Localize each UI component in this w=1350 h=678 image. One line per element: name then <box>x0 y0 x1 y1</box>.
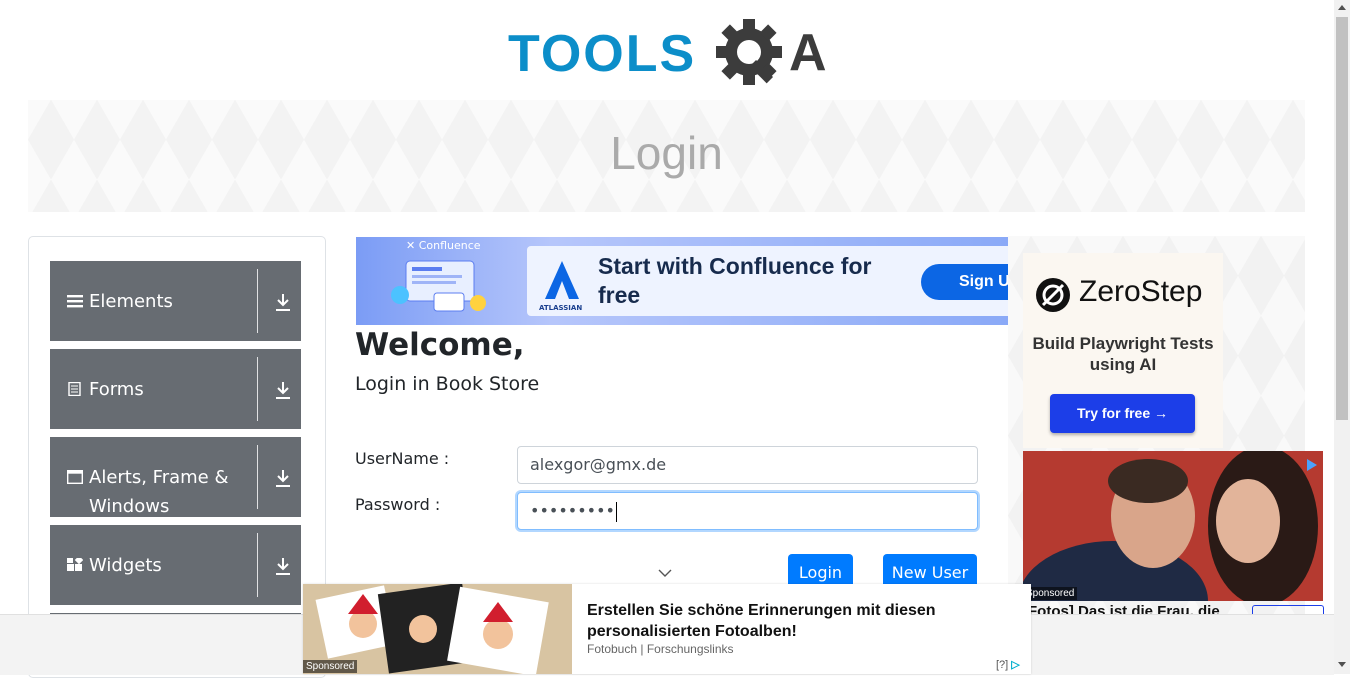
logo-text: TOOLS <box>508 25 697 83</box>
download-arrow-icon[interactable] <box>274 468 292 488</box>
sidebar-group-label: Elements <box>89 291 173 312</box>
atlassian-logo-icon <box>545 261 579 299</box>
download-arrow-icon[interactable] <box>274 556 292 576</box>
divider <box>257 533 258 597</box>
logo-suffix: A <box>789 24 827 82</box>
password-label: Password : <box>355 495 441 514</box>
bottom-ad-headline[interactable]: Erstellen Sie schöne Erinnerungen mit di… <box>587 600 1007 642</box>
password-input[interactable]: ••••••••• <box>517 492 978 530</box>
adchoices-text: [?] <box>996 659 1009 671</box>
username-value: alexgor@gmx.de <box>530 455 667 474</box>
zerostep-brand: ZeroStep <box>1079 275 1203 308</box>
sidebar-group-label: Alerts, Frame & Windows <box>89 467 229 517</box>
sidebar-group-widgets[interactable]: Widgets <box>50 525 301 605</box>
ad-illustration-icon <box>391 260 486 312</box>
sign-up-button[interactable]: Sign Up <box>921 264 1008 300</box>
login-subtitle: Login in Book Store <box>355 373 540 395</box>
confluence-ad[interactable]: ✕ Confluence ATLASSIAN Start with Conflu… <box>356 237 1008 325</box>
gear-q-icon: A <box>716 19 827 85</box>
sidebar-group-forms[interactable]: Forms <box>50 349 301 429</box>
photo-album-image: Sponsored <box>303 584 572 674</box>
document-icon <box>68 382 81 396</box>
sponsored-label: Sponsored <box>303 660 358 673</box>
divider <box>257 357 258 421</box>
sidebar-group-elements[interactable]: Elements <box>50 261 301 341</box>
bottom-ad-source: Fotobuch | Forschungslinks <box>587 642 734 656</box>
password-value: ••••••••• <box>530 501 615 520</box>
zerostep-logo-icon <box>1036 278 1070 312</box>
page-banner: Login <box>28 100 1305 212</box>
text-caret <box>615 501 617 522</box>
sidebar-group-label: Forms <box>89 379 144 400</box>
sponsored-photo[interactable]: Sponsored <box>1023 451 1323 601</box>
adchoices-icon: ▷ <box>1011 659 1020 671</box>
atlassian-wordmark: ATLASSIAN <box>539 304 583 312</box>
sidebar-group-alerts-frame-windows[interactable]: Alerts, Frame & Windows <box>50 437 301 517</box>
widgets-icon <box>67 558 83 571</box>
confluence-brand-text: Confluence <box>418 239 481 252</box>
confluence-headline: Start with Confluence for free <box>598 253 872 308</box>
scrollbar-thumb[interactable] <box>1336 17 1348 420</box>
window-icon <box>67 470 83 484</box>
sponsored-label: Sponsored <box>1023 587 1078 600</box>
scroll-up-arrow[interactable] <box>1338 5 1346 10</box>
try-for-free-button[interactable]: Try for free → <box>1050 394 1195 433</box>
divider <box>257 445 258 509</box>
hamburger-icon <box>67 295 83 308</box>
username-input[interactable]: alexgor@gmx.de <box>517 446 978 484</box>
scroll-down-arrow[interactable] <box>1338 662 1346 667</box>
username-label: UserName : <box>355 449 450 468</box>
page-title: Login <box>610 127 723 179</box>
bottom-ad[interactable]: Sponsored Erstellen Sie schöne Erinnerun… <box>303 584 1031 674</box>
download-arrow-icon[interactable] <box>274 292 292 312</box>
download-arrow-icon[interactable] <box>274 380 292 400</box>
people-photo-icon <box>1023 451 1323 601</box>
confluence-card: ATLASSIAN Start with Confluence for free… <box>527 246 1008 316</box>
zerostep-card: ZeroStep Build Playwright Tests using AI… <box>1023 253 1223 448</box>
divider <box>257 269 258 333</box>
zerostep-tagline: Build Playwright Tests using AI <box>1032 334 1214 374</box>
chevron-down-icon <box>658 569 672 577</box>
adchoices-link[interactable]: [?] ▷ <box>996 658 1020 671</box>
toolsqa-logo[interactable]: TOOLS A <box>508 14 830 90</box>
sidebar-group-label: Widgets <box>89 555 162 576</box>
sidebar: Elements Forms Alerts, Frame & Windows W… <box>28 236 326 678</box>
confluence-brand: ✕ Confluence <box>406 239 481 252</box>
page-scrollbar[interactable] <box>1334 0 1350 674</box>
welcome-heading: Welcome, <box>355 327 525 363</box>
